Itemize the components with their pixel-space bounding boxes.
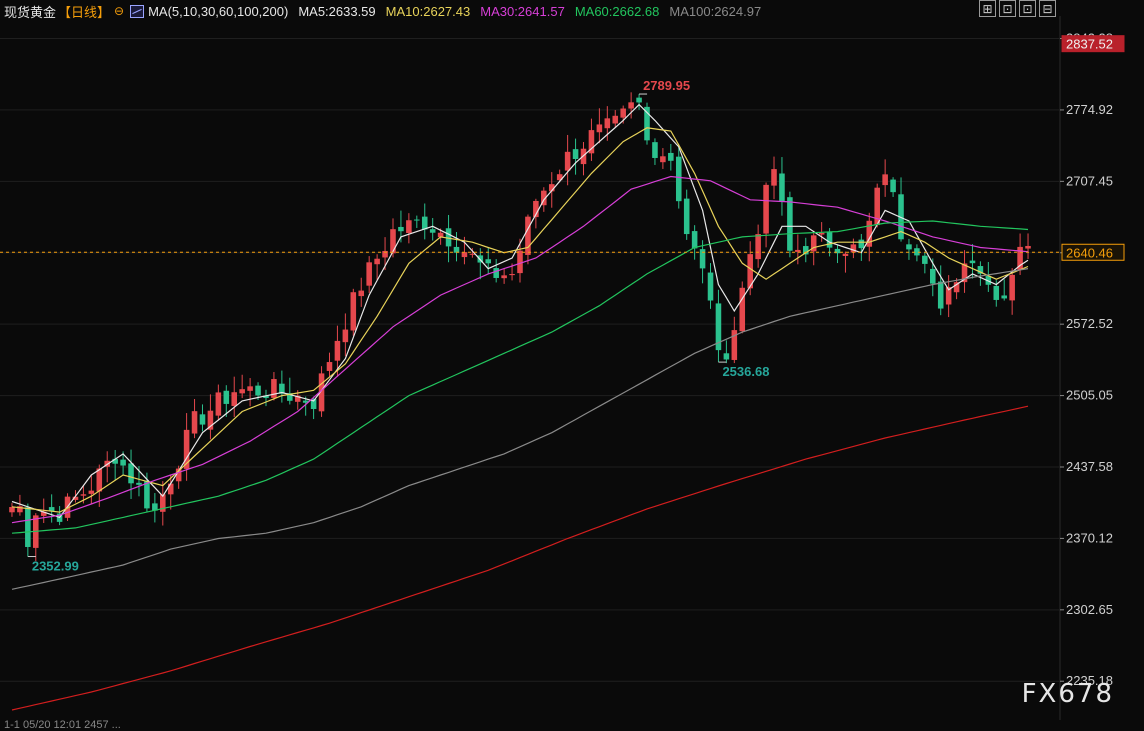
candle-body xyxy=(1025,245,1031,249)
candle-body xyxy=(247,386,253,391)
ma-line-ma200 xyxy=(11,405,1029,711)
annotation-label: 2536.68 xyxy=(722,364,769,379)
candle-body xyxy=(199,414,206,425)
candle-body xyxy=(787,197,793,251)
candle-body xyxy=(882,174,888,186)
candle-body xyxy=(88,490,95,494)
candle-body xyxy=(485,259,492,264)
ma-line-ma100 xyxy=(11,268,1029,590)
candle-body xyxy=(993,285,1000,300)
candlestick-chart[interactable]: 2842.382774.922707.452639.982572.522505.… xyxy=(0,0,1144,727)
candle-body xyxy=(374,258,380,265)
candle-body xyxy=(691,231,698,249)
candle-body xyxy=(223,390,230,404)
candle-body xyxy=(668,152,674,161)
candle-body xyxy=(604,118,611,129)
candle-body xyxy=(739,287,746,332)
watermark: FX678 xyxy=(1021,679,1114,709)
candle-body xyxy=(763,184,769,234)
candle-body xyxy=(350,292,357,331)
candle-body xyxy=(779,173,785,202)
ma-line-ma10 xyxy=(11,127,1029,513)
candle-body xyxy=(144,481,150,509)
candle-body xyxy=(366,262,372,286)
candle-body xyxy=(652,142,658,158)
y-tick-label: 2774.92 xyxy=(1066,102,1113,117)
candle-body xyxy=(858,239,865,249)
candle-body xyxy=(517,250,523,274)
candle-body xyxy=(461,252,468,258)
candle-body xyxy=(628,102,634,109)
candle-body xyxy=(80,494,87,496)
candle-body xyxy=(842,253,849,257)
candle-body xyxy=(612,115,619,124)
candle-body xyxy=(390,229,396,254)
candle-body xyxy=(231,392,238,406)
candle-body xyxy=(636,97,642,103)
y-tick-label: 2370.12 xyxy=(1066,530,1113,545)
candle-body xyxy=(9,506,15,513)
candle-body xyxy=(358,290,365,297)
candle-body xyxy=(723,353,730,360)
candle-body xyxy=(96,468,103,492)
candle-body xyxy=(501,275,507,279)
candle-body xyxy=(675,156,682,202)
candle-body xyxy=(755,234,761,260)
candle-body xyxy=(406,220,412,233)
candle-body xyxy=(414,219,420,221)
candle-body xyxy=(509,274,515,276)
price-label-text: 2640.46 xyxy=(1066,245,1113,260)
candle-body xyxy=(922,255,928,264)
footer-status: 1-1 05/20 12:01 2457 ... xyxy=(4,719,121,731)
candle-body xyxy=(342,329,349,343)
candle-body xyxy=(398,226,404,232)
candle-body xyxy=(564,151,571,171)
candle-body xyxy=(683,198,690,235)
candle-body xyxy=(969,260,976,264)
candle-body xyxy=(326,362,333,371)
candle-body xyxy=(572,149,579,160)
candle-body xyxy=(128,463,134,484)
y-tick-label: 2302.65 xyxy=(1066,602,1113,617)
candle-body xyxy=(120,459,126,466)
candle-body xyxy=(826,231,833,248)
candle-body xyxy=(493,268,499,278)
candle-body xyxy=(795,249,801,252)
candle-body xyxy=(771,169,777,186)
candle-body xyxy=(136,482,142,485)
annotation-label: 2789.95 xyxy=(643,78,690,93)
candle-body xyxy=(906,244,912,250)
ma-line-ma5 xyxy=(11,103,1029,519)
y-tick-label: 2707.45 xyxy=(1066,173,1113,188)
annotation-label: 2352.99 xyxy=(32,559,79,574)
candle-body xyxy=(239,389,245,394)
candle-body xyxy=(707,272,714,301)
y-tick-label: 2572.52 xyxy=(1066,316,1113,331)
candle-body xyxy=(937,281,944,309)
y-tick-label: 2437.58 xyxy=(1066,459,1113,474)
candle-body xyxy=(167,483,174,495)
candle-body xyxy=(1001,295,1007,299)
candle-body xyxy=(215,392,222,416)
candle-body xyxy=(191,411,198,434)
candle-body xyxy=(890,179,896,193)
candle-body xyxy=(255,385,261,396)
candle-body xyxy=(334,340,341,361)
candle-body xyxy=(525,216,531,255)
candle-body xyxy=(660,156,666,163)
candle-body xyxy=(596,124,603,133)
candle-body xyxy=(429,229,436,233)
price-label-text: 2837.52 xyxy=(1066,37,1113,52)
candle-body xyxy=(929,268,936,284)
y-tick-label: 2505.05 xyxy=(1066,388,1113,403)
candle-body xyxy=(25,507,31,547)
candle-body xyxy=(421,216,428,230)
candle-body xyxy=(1009,274,1015,301)
candle-body xyxy=(620,108,626,118)
candle-body xyxy=(818,232,825,235)
